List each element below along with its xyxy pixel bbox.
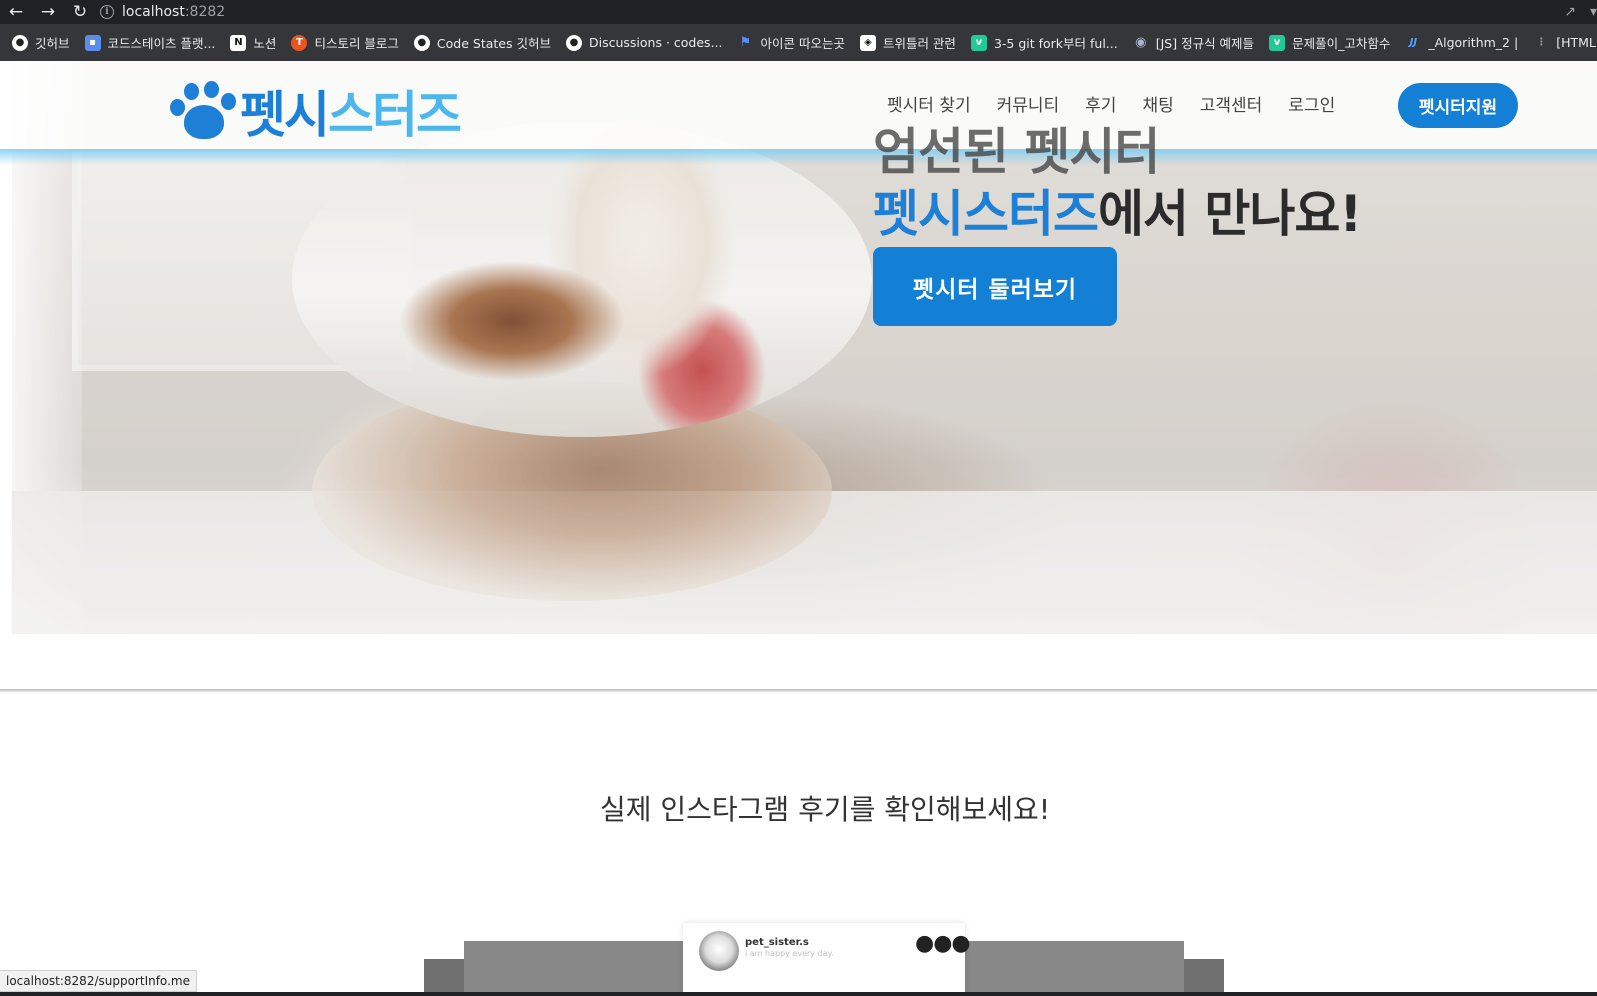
logo-text-part2: 스터즈	[328, 86, 462, 144]
section-divider	[0, 689, 1597, 693]
jj-icon: JJ	[1409, 37, 1418, 48]
bookmark-item[interactable]: JJ _Algorithm_2 |	[1405, 35, 1519, 51]
logo-text-part1: 펫시	[240, 86, 330, 144]
instagram-card[interactable]: pet_sister.s i am happy every day. ●●●	[683, 923, 971, 996]
hero-title-brand: 펫시스터즈	[873, 185, 1099, 243]
bookmark-item[interactable]: ◉ [JS] 정규식 예제들	[1133, 33, 1254, 52]
ghost-icon: ◉	[1135, 35, 1147, 50]
bookmark-item[interactable]: T 티스토리 블로그	[291, 33, 399, 52]
nav-reviews[interactable]: 후기	[1085, 91, 1116, 116]
github-icon: ●	[565, 34, 582, 51]
nav-login[interactable]: 로그인	[1288, 91, 1335, 116]
bookmark-item[interactable]: ● Discussions · codes...	[565, 34, 722, 51]
nav-chat[interactable]: 채팅	[1142, 91, 1173, 116]
address-bar[interactable]: i localhost :8282	[100, 1, 225, 23]
arrow-left-icon[interactable]: ←	[0, 0, 32, 24]
bookmark-item[interactable]: v 3-5 git fork부터 ful...	[970, 33, 1118, 52]
reload-icon[interactable]: ↻	[64, 0, 96, 24]
apply-sitter-button[interactable]: 펫시터지원	[1398, 83, 1518, 128]
velog-icon: v	[970, 34, 987, 51]
bookmark-item[interactable]: ● Code States 깃허브	[413, 33, 551, 52]
github-icon: ●	[12, 34, 28, 51]
bookmark-item[interactable]: ▪ 코드스테이츠 플랫...	[84, 33, 215, 52]
more-dots-icon[interactable]: ●●●	[915, 931, 971, 956]
tistory-icon: T	[291, 34, 308, 51]
notion-icon: N	[230, 34, 247, 51]
bookmarks-bar: ● 깃허브 ▪ 코드스테이츠 플랫... N 노션 T 티스토리 블로그 ● Code S…	[0, 24, 1597, 61]
instagram-subtext: i am happy every day.	[745, 949, 834, 958]
codesandbox-icon: ◈	[859, 34, 876, 51]
dots-icon: ⋮	[1536, 37, 1547, 48]
hero-title-line2: 펫시스터즈에서 만나요!	[873, 183, 1362, 245]
paw-icon	[170, 81, 236, 141]
site-logo[interactable]: 펫시스터즈	[170, 75, 462, 147]
main-nav: 펫시터 찾기 커뮤니티 후기 채팅 고객센터 로그인	[887, 91, 1335, 116]
status-bar-url: localhost:8282/supportInfo.me	[0, 970, 197, 992]
nav-community[interactable]: 커뮤니티	[997, 91, 1060, 116]
bookmark-item[interactable]: ◈ 트위틀러 관련	[859, 33, 956, 52]
toolbar-right: ↗ ▾	[1564, 0, 1597, 24]
nav-find-sitter[interactable]: 펫시터 찾기	[887, 91, 971, 116]
info-icon[interactable]: i	[100, 5, 114, 19]
bookmark-item[interactable]: ⋮ [HTML]	[1533, 35, 1597, 51]
arrow-right-icon[interactable]: →	[32, 0, 64, 24]
bookmark-item[interactable]: v 문제풀이_고차함수	[1269, 33, 1390, 52]
hero-title-rest: 에서 만나요!	[1098, 185, 1362, 243]
url-host: localhost	[122, 4, 185, 20]
hero-title-line1: 엄선된 펫시터	[873, 123, 1160, 181]
browse-sitters-button[interactable]: 펫시터 둘러보기	[873, 247, 1117, 326]
reviews-heading: 실제 인스타그램 후기를 확인해보세요!	[599, 793, 1051, 826]
instagram-username: pet_sister.s	[745, 937, 809, 948]
bookmark-item[interactable]: ● 깃허브	[12, 33, 70, 52]
logo-text: 펫시스터즈	[240, 75, 462, 147]
share-icon[interactable]: ↗	[1564, 4, 1576, 20]
bookmark-item[interactable]: N 노션	[230, 33, 276, 52]
avatar	[699, 931, 739, 971]
hero-title: 엄선된 펫시터 펫시스터즈에서 만나요!	[873, 121, 1362, 245]
flag-icon: ⚑	[739, 35, 752, 50]
profile-icon[interactable]: ▾	[1590, 4, 1597, 20]
nav-support[interactable]: 고객센터	[1200, 91, 1263, 116]
browser-toolbar: ← → ↻ i localhost :8282 ↗ ▾	[0, 0, 1597, 24]
velog-icon: v	[1269, 34, 1286, 51]
github-icon: ●	[413, 34, 430, 51]
instagram-card-prev[interactable]	[464, 941, 684, 996]
page: 펫시스터즈 펫시터 찾기 커뮤니티 후기 채팅 고객센터 로그인 펫시터지원 엄…	[0, 61, 1597, 996]
instagram-card-next[interactable]	[964, 941, 1184, 996]
bottom-strip	[0, 992, 1597, 996]
codestates-icon: ▪	[84, 34, 101, 51]
url-port: :8282	[184, 4, 226, 20]
bookmark-item[interactable]: ⚑ 아이콘 따오는곳	[737, 33, 845, 52]
hero-bubble-image	[292, 121, 872, 437]
